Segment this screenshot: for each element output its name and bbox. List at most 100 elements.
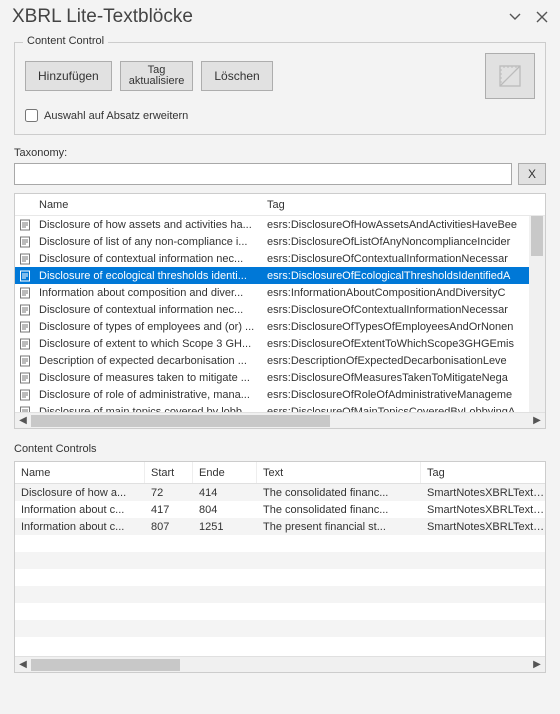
cc-start: 417 <box>145 504 193 516</box>
xbrl-panel: XBRL Lite-Textblöcke Content Control Hin… <box>0 0 560 714</box>
document-icon <box>15 321 35 333</box>
table-row[interactable]: Disclosure of extent to which Scope 3 GH… <box>15 335 545 352</box>
cc-tag: SmartNotesXBRLTextblockT <box>421 521 545 533</box>
scroll-right-icon[interactable]: ▶ <box>529 657 545 673</box>
row-name: Disclosure of role of administrative, ma… <box>35 389 263 401</box>
content-controls-label: Content Controls <box>14 443 546 455</box>
cc-tag: SmartNotesXBRLTextblockT <box>421 487 545 499</box>
col2-name[interactable]: Name <box>15 462 145 483</box>
table-row[interactable]: Information about composition and diver.… <box>15 284 545 301</box>
add-button[interactable]: Hinzufügen <box>25 61 112 91</box>
table-row[interactable]: Information about c...8071251The present… <box>15 518 545 535</box>
document-icon <box>15 270 35 282</box>
table-row[interactable]: Disclosure of role of administrative, ma… <box>15 386 545 403</box>
table-row[interactable]: Disclosure of how a...72414The consolida… <box>15 484 545 501</box>
row-tag: esrs:DisclosureOfRoleOfAdministrativeMan… <box>263 389 545 401</box>
taxonomy-grid-body[interactable]: Disclosure of how assets and activities … <box>15 216 545 412</box>
col2-tag[interactable]: Tag <box>421 462 545 483</box>
close-icon[interactable] <box>536 11 548 23</box>
cc-tag: SmartNotesXBRLTextblockT <box>421 504 545 516</box>
row-name: Disclosure of ecological thresholds iden… <box>35 270 263 282</box>
row-tag: esrs:DisclosureOfTypesOfEmployeesAndOrNo… <box>263 321 545 333</box>
cc-text: The consolidated financ... <box>257 504 421 516</box>
row-name: Information about composition and diver.… <box>35 287 263 299</box>
delete-button[interactable]: Löschen <box>201 61 272 91</box>
col-header-name[interactable]: Name <box>35 199 263 211</box>
table-row-empty <box>15 620 545 637</box>
table-row[interactable]: Information about c...417804The consolid… <box>15 501 545 518</box>
row-tag: esrs:DisclosureOfListOfAnyNoncomplianceI… <box>263 236 545 248</box>
taxonomy-label: Taxonomy: <box>14 147 546 159</box>
expand-selection-checkbox[interactable] <box>25 109 38 122</box>
row-tag: esrs:DisclosureOfExtentToWhichScope3GHGE… <box>263 338 545 350</box>
table-row[interactable]: Disclosure of list of any non-compliance… <box>15 233 545 250</box>
row-name: Disclosure of contextual information nec… <box>35 253 263 265</box>
table-row[interactable]: Disclosure of contextual information nec… <box>15 301 545 318</box>
table-row[interactable]: Disclosure of main topics covered by lob… <box>15 403 545 412</box>
table-row[interactable]: Disclosure of ecological thresholds iden… <box>15 267 545 284</box>
content-controls-body[interactable]: Disclosure of how a...72414The consolida… <box>15 484 545 656</box>
table-row[interactable]: Disclosure of types of employees and (or… <box>15 318 545 335</box>
row-name: Description of expected decarbonisation … <box>35 355 263 367</box>
row-name: Disclosure of how assets and activities … <box>35 219 263 231</box>
cc-start: 72 <box>145 487 193 499</box>
col2-ende[interactable]: Ende <box>193 462 257 483</box>
row-tag: esrs:DescriptionOfExpectedDecarbonisatio… <box>263 355 545 367</box>
taxonomy-clear-button[interactable]: X <box>518 163 546 185</box>
horizontal-scrollbar[interactable]: ◀ ▶ <box>15 412 545 428</box>
taxonomy-input[interactable] <box>14 163 512 185</box>
table-row[interactable]: Description of expected decarbonisation … <box>15 352 545 369</box>
table-row-empty <box>15 637 545 654</box>
horizontal-scrollbar-2[interactable]: ◀ ▶ <box>15 656 545 672</box>
content-controls-header: Name Start Ende Text Tag <box>15 462 545 484</box>
content-control-group: Content Control Hinzufügen Tag aktualisi… <box>14 42 546 135</box>
document-icon <box>15 338 35 350</box>
row-tag: esrs:DisclosureOfMeasuresTakenToMitigate… <box>263 372 545 384</box>
tag-update-button[interactable]: Tag aktualisiere <box>120 61 194 91</box>
vertical-scrollbar[interactable] <box>529 216 545 412</box>
document-icon <box>15 355 35 367</box>
panel-title: XBRL Lite-Textblöcke <box>12 6 193 28</box>
document-icon <box>15 287 35 299</box>
chevron-down-icon[interactable] <box>508 10 522 24</box>
expand-selection-label: Auswahl auf Absatz erweitern <box>44 110 188 122</box>
table-row-empty <box>15 535 545 552</box>
titlebar-controls <box>508 10 548 24</box>
row-tag: esrs:DisclosureOfContextualInformationNe… <box>263 253 545 265</box>
table-row-empty <box>15 552 545 569</box>
table-row-empty <box>15 569 545 586</box>
col2-text[interactable]: Text <box>257 462 421 483</box>
document-icon <box>15 372 35 384</box>
table-row[interactable]: Disclosure of measures taken to mitigate… <box>15 369 545 386</box>
table-row-empty <box>15 603 545 620</box>
col2-start[interactable]: Start <box>145 462 193 483</box>
cc-name: Information about c... <box>15 504 145 516</box>
row-tag: esrs:DisclosureOfContextualInformationNe… <box>263 304 545 316</box>
cc-text: The consolidated financ... <box>257 487 421 499</box>
tag-update-line2: aktualisiere <box>129 76 185 87</box>
scroll-right-icon[interactable]: ▶ <box>529 413 545 429</box>
scroll-left-icon[interactable]: ◀ <box>15 657 31 673</box>
content-control-legend: Content Control <box>23 35 108 47</box>
row-name: Disclosure of extent to which Scope 3 GH… <box>35 338 263 350</box>
document-icon <box>15 219 35 231</box>
cc-name: Disclosure of how a... <box>15 487 145 499</box>
table-row-empty <box>15 586 545 603</box>
content-control-buttons: Hinzufügen Tag aktualisiere Löschen <box>25 53 535 99</box>
row-tag: esrs:DisclosureOfEcologicalThresholdsIde… <box>263 270 545 282</box>
document-icon <box>15 304 35 316</box>
row-name: Disclosure of list of any non-compliance… <box>35 236 263 248</box>
expand-selection-row[interactable]: Auswahl auf Absatz erweitern <box>25 109 535 122</box>
ruler-icon <box>496 62 524 90</box>
table-row[interactable]: Disclosure of contextual information nec… <box>15 250 545 267</box>
row-tag: esrs:DisclosureOfHowAssetsAndActivitiesH… <box>263 219 545 231</box>
ruler-tool-button[interactable] <box>485 53 535 99</box>
scroll-left-icon[interactable]: ◀ <box>15 413 31 429</box>
document-icon <box>15 253 35 265</box>
row-tag: esrs:InformationAboutCompositionAndDiver… <box>263 287 545 299</box>
table-row[interactable]: Disclosure of how assets and activities … <box>15 216 545 233</box>
taxonomy-grid-header: Name Tag <box>15 194 545 216</box>
cc-ende: 414 <box>193 487 257 499</box>
col-header-tag[interactable]: Tag <box>263 199 545 211</box>
cc-name: Information about c... <box>15 521 145 533</box>
